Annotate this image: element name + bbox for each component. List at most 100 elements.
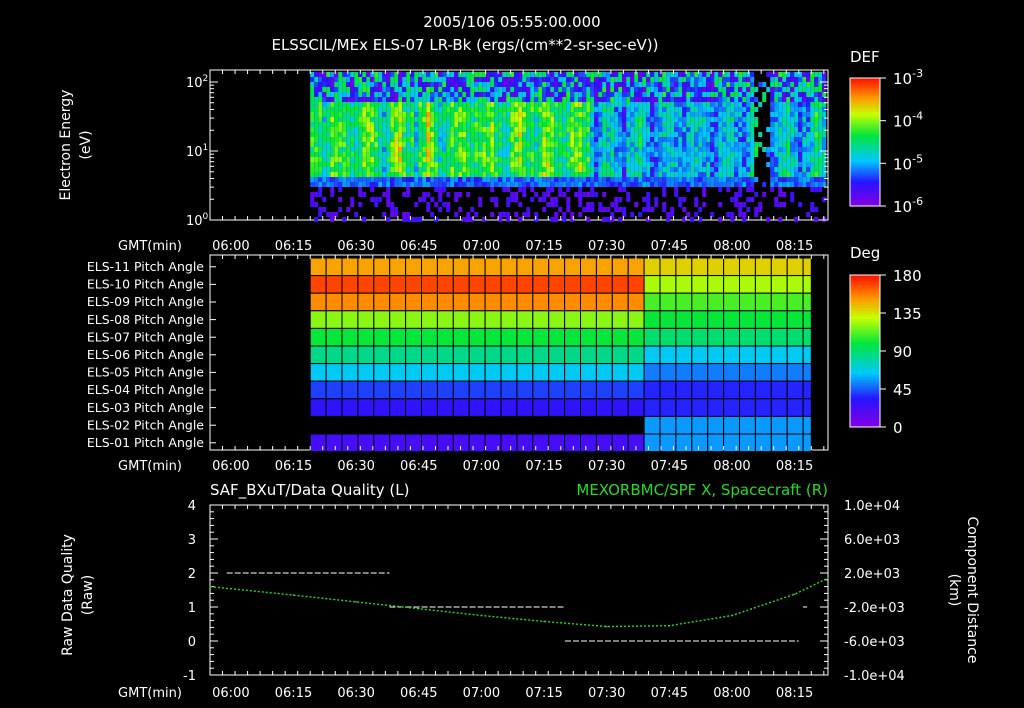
- spacecraft-x-point: [668, 624, 671, 627]
- spectrogram-cell: [678, 152, 683, 157]
- spectrogram-cell: [454, 82, 459, 87]
- spectrogram-cell: [718, 127, 723, 132]
- spectrogram-cell: [334, 132, 339, 137]
- pitch-angle-cell: [595, 398, 613, 417]
- spectrogram-cell: [710, 97, 715, 102]
- spectrogram-cell: [806, 72, 811, 77]
- spectrogram-cell: [802, 132, 807, 137]
- spectrogram-cell: [518, 177, 523, 182]
- spectrogram-cell: [382, 142, 387, 147]
- spectrogram-cell: [594, 177, 599, 182]
- spectrogram-cell: [358, 122, 363, 127]
- spectrogram-cell: [782, 77, 787, 82]
- spectrogram-cell: [382, 102, 387, 107]
- pitch-angle-cell: [739, 292, 756, 312]
- spectrogram-cell: [774, 157, 779, 162]
- spectrogram-cell: [578, 117, 583, 122]
- spectrogram-cell: [806, 142, 811, 147]
- spectrogram-cell: [474, 212, 479, 217]
- spectrogram-cell: [314, 82, 319, 87]
- spectrogram-cell: [314, 157, 319, 162]
- spectrogram-cell: [494, 147, 499, 152]
- spectrogram-cell: [738, 207, 743, 212]
- pitch-angle-cell: [564, 257, 582, 277]
- spectrogram-cell: [650, 172, 655, 177]
- spectrogram-cell: [682, 197, 687, 202]
- spectrogram-cell: [806, 212, 811, 217]
- spectrogram-cell: [674, 117, 679, 122]
- colorbar-def-segment: [850, 148, 880, 151]
- colorbar-deg-segment: [850, 361, 880, 364]
- spectrogram-cell: [734, 157, 739, 162]
- spectrogram-cell: [426, 117, 431, 122]
- spectrogram-cell: [578, 182, 583, 187]
- pitch-angle-cell: [580, 310, 597, 329]
- spectrogram-cell: [370, 82, 375, 87]
- spectrogram-cell: [722, 167, 727, 172]
- spectrogram-cell: [766, 87, 771, 92]
- spectrogram-cell: [386, 192, 391, 197]
- spectrogram-cell: [594, 162, 599, 167]
- spectrogram-cell: [526, 107, 531, 112]
- spectrogram-cell: [566, 87, 571, 92]
- spectrogram-cell: [590, 182, 595, 187]
- spectrogram-cell: [618, 177, 623, 182]
- spectrogram-cell: [778, 157, 783, 162]
- colorbar-def-segment: [850, 190, 880, 193]
- spectrogram-cell: [358, 202, 363, 207]
- spectrogram-cell: [334, 97, 339, 102]
- pitch-angle-cell: [611, 327, 629, 347]
- spectrogram-cell: [310, 97, 315, 102]
- spectrogram-cell: [430, 122, 435, 127]
- spectrogram-cell: [410, 117, 415, 122]
- spectrogram-cell: [538, 132, 543, 137]
- pitch-angle-cell: [532, 327, 550, 347]
- spectrogram-cell: [466, 162, 471, 167]
- spectrogram-cell: [526, 147, 531, 152]
- spectrogram-cell: [486, 72, 491, 77]
- spectrogram-cell: [362, 157, 367, 162]
- spectrogram-cell: [770, 142, 775, 147]
- spectrogram-cell: [554, 77, 559, 82]
- left-tick-label: -1: [183, 669, 196, 684]
- colorbar-def-segment: [850, 202, 880, 205]
- spectrogram-cell: [490, 212, 495, 217]
- spectrogram-cell: [570, 92, 575, 97]
- spectrogram-cell: [502, 102, 507, 107]
- spectrogram-cell: [422, 157, 427, 162]
- pitch-angle-cell: [341, 433, 359, 453]
- spectrogram-cell: [478, 72, 483, 77]
- spectrogram-cell: [778, 217, 783, 222]
- spectrogram-cell: [674, 72, 679, 77]
- right-tick-label: 6.0e+03: [844, 533, 900, 548]
- spectrogram-cell: [370, 137, 375, 142]
- spectrogram-cell: [774, 137, 779, 142]
- spectrogram-cell: [518, 172, 523, 177]
- time-tick-label: 08:00: [713, 459, 750, 474]
- spectrogram-cell: [558, 157, 563, 162]
- spectrogram-cell: [726, 97, 731, 102]
- spectrogram-cell: [542, 167, 547, 172]
- spectrogram-cell: [394, 207, 399, 212]
- pitch-angle-cell: [325, 345, 343, 365]
- spectrogram-cell: [414, 122, 419, 127]
- spectrogram-cell: [566, 122, 571, 127]
- right-yunit: (km): [946, 574, 962, 607]
- spectrogram-cell: [334, 112, 339, 117]
- spectrogram-cell: [750, 182, 755, 187]
- spectrogram-cell: [530, 162, 535, 167]
- spectrogram-cell: [446, 92, 451, 97]
- spectrogram-cell: [318, 127, 323, 132]
- spectrogram-cell: [494, 92, 499, 97]
- spectrogram-cell: [406, 177, 411, 182]
- spectrogram-cell: [714, 122, 719, 127]
- spectrogram-cell: [322, 177, 327, 182]
- pitch-angle-cell: [707, 345, 725, 365]
- spectrogram-cell: [650, 152, 655, 157]
- spectrogram-cell: [758, 132, 763, 137]
- spectrogram-cell: [658, 77, 663, 82]
- spectrogram-cell: [794, 217, 799, 222]
- spectrogram-cell: [658, 92, 663, 97]
- spectrogram-cell: [446, 77, 451, 82]
- spectrogram-cell: [746, 137, 751, 142]
